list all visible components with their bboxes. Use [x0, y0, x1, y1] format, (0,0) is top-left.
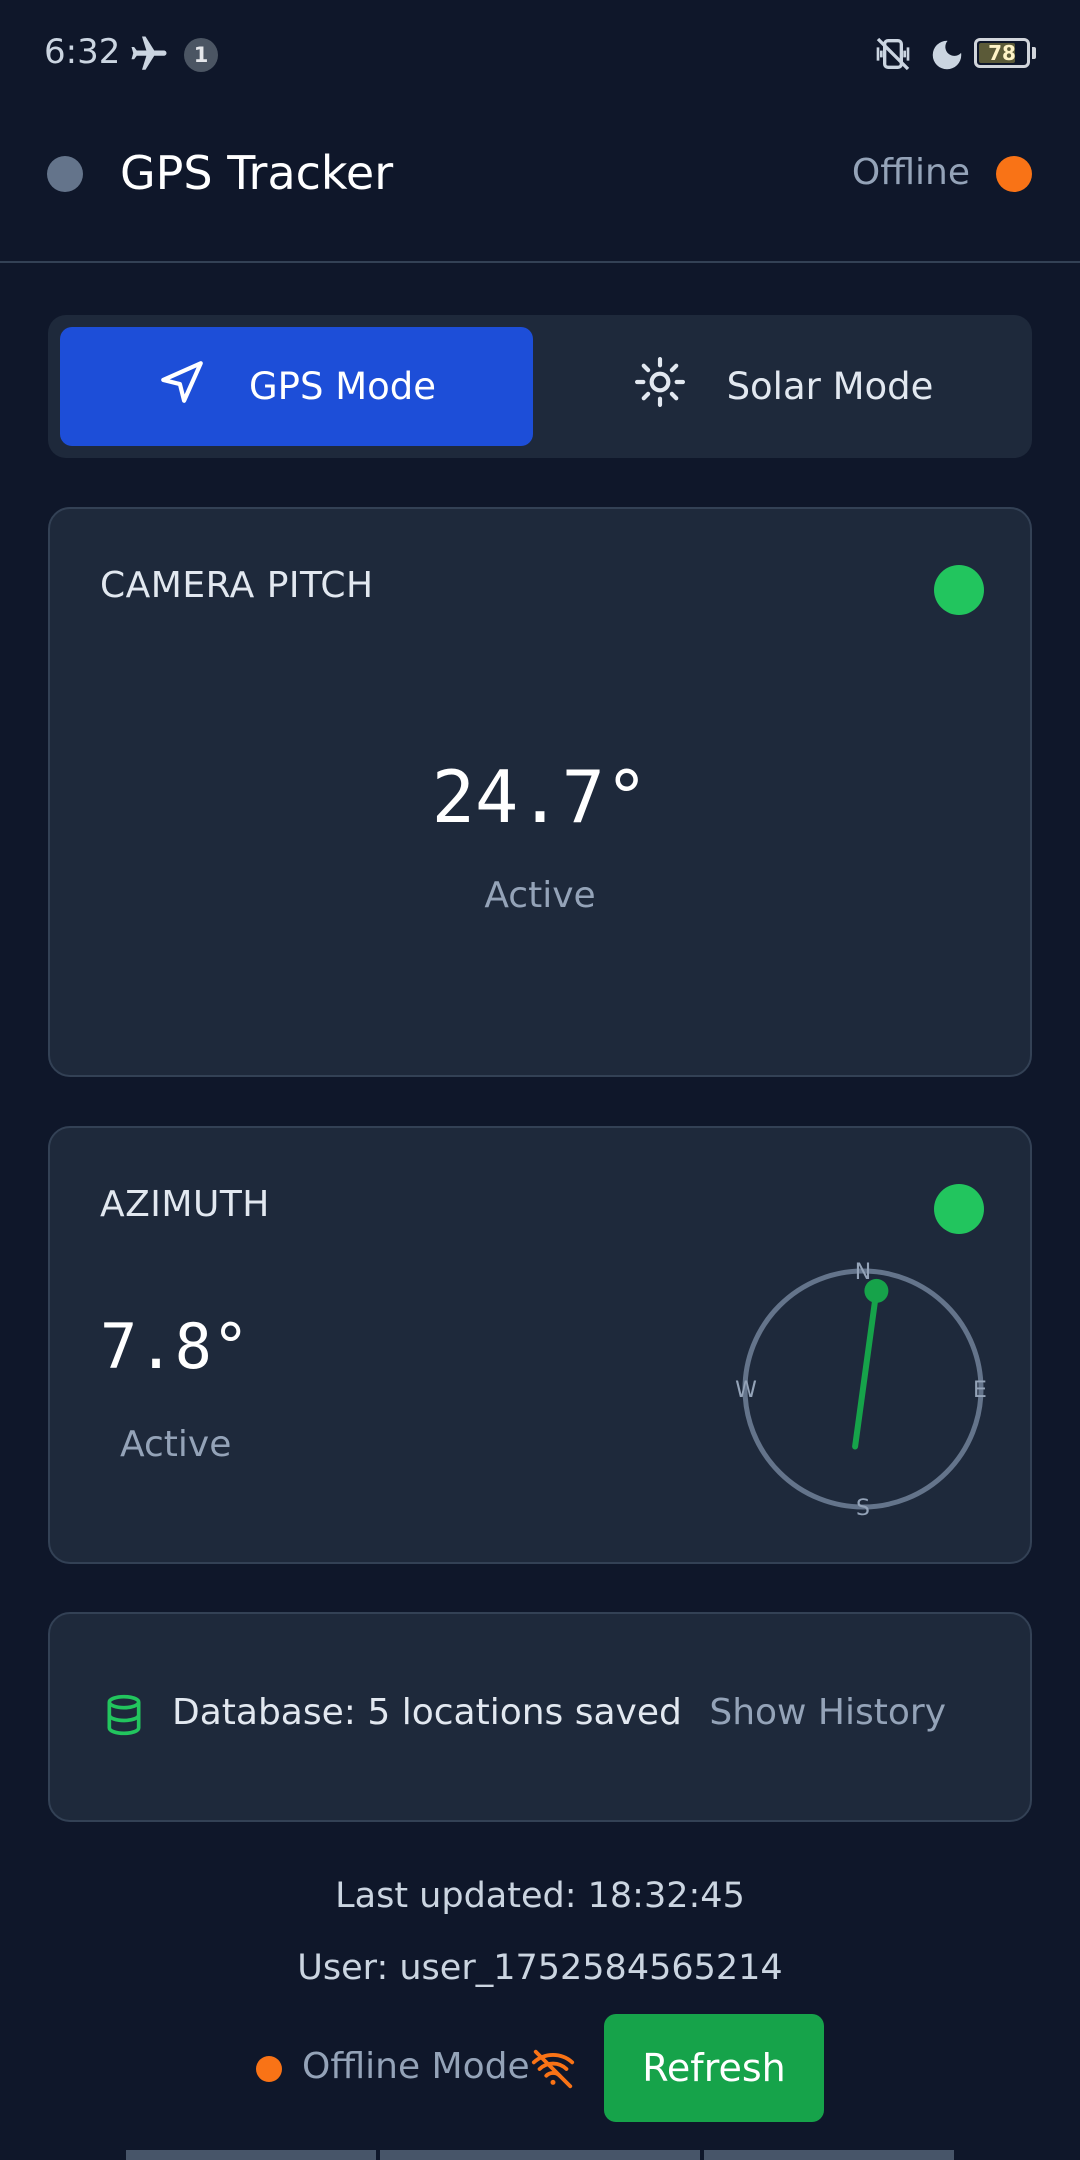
system-status-bar: 6:32 1 78: [0, 0, 1080, 110]
mode-toggle: GPS Mode Solar Mode: [48, 315, 1032, 458]
azimuth-card: AZIMUTH 7.8° Active N E S W: [48, 1126, 1032, 1564]
azimuth-status: Active: [120, 1424, 232, 1465]
compass-needle-tip: [864, 1278, 889, 1303]
database-status-text: Database: 5 locations saved: [172, 1692, 682, 1733]
compass-label-n: N: [855, 1260, 871, 1285]
wifi-off-icon: [530, 2046, 576, 2096]
camera-pitch-card: CAMERA PITCH 24.7° Active: [48, 507, 1032, 1077]
gps-mode-button[interactable]: GPS Mode: [60, 327, 533, 446]
compass-label-w: W: [735, 1378, 757, 1403]
solar-mode-button[interactable]: Solar Mode: [548, 327, 1020, 446]
azimuth-title: AZIMUTH: [100, 1184, 270, 1225]
database-icon: [102, 1692, 146, 1742]
bottom-tab-2[interactable]: [380, 2150, 700, 2160]
compass-label-e: E: [973, 1378, 987, 1403]
notification-count-badge: 1: [184, 38, 218, 72]
camera-pitch-status: Active: [484, 875, 596, 916]
vibrate-off-icon: [870, 34, 916, 78]
app-title: GPS Tracker: [120, 146, 394, 200]
offline-mode-label: Offline Mode: [302, 2046, 530, 2087]
show-history-button[interactable]: Show History: [709, 1692, 946, 1733]
camera-pitch-status-indicator: [934, 565, 984, 615]
battery-percent: 78: [988, 41, 1016, 65]
last-updated-text: Last updated: 18:32:45: [335, 1876, 745, 1916]
offline-mode-dot: [256, 2056, 282, 2082]
compass-label-s: S: [856, 1496, 870, 1521]
gps-mode-label: GPS Mode: [248, 365, 437, 408]
refresh-button[interactable]: Refresh: [604, 2014, 824, 2122]
battery-indicator: 78: [974, 38, 1030, 68]
offline-mode-row: Offline Mode Refresh: [0, 2014, 1080, 2122]
database-card: Database: 5 locations saved Show History: [48, 1612, 1032, 1822]
app-header: GPS Tracker Offline: [0, 110, 1080, 263]
camera-pitch-value: 24.7°: [431, 755, 649, 839]
connection-status-label: Offline: [851, 152, 970, 193]
azimuth-status-indicator: [934, 1184, 984, 1234]
status-time: 6:32: [44, 32, 121, 72]
connection-status-dot: [996, 156, 1032, 192]
solar-mode-label: Solar Mode: [726, 365, 934, 408]
camera-pitch-title: CAMERA PITCH: [100, 565, 374, 606]
sun-icon: [634, 357, 685, 416]
bottom-tab-3[interactable]: [704, 2150, 954, 2160]
battery-tip: [1032, 47, 1036, 59]
navigation-arrow-icon: [157, 357, 207, 416]
compass-dial: N E S W: [735, 1260, 987, 1521]
user-id-text: User: user_1752584565214: [297, 1948, 783, 1988]
airplane-mode-icon: [126, 33, 172, 79]
bottom-tab-bar: [126, 2150, 954, 2160]
bottom-tab-1[interactable]: [126, 2150, 376, 2160]
do-not-disturb-moon-icon: [928, 36, 966, 78]
azimuth-value: 7.8°: [100, 1310, 250, 1383]
app-logo-dot: [47, 156, 83, 192]
